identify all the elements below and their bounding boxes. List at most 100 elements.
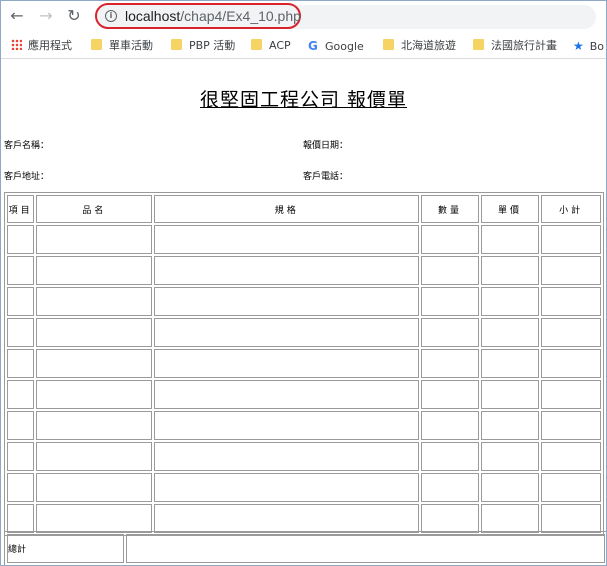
cell-spec[interactable] bbox=[154, 442, 420, 471]
cell-name[interactable] bbox=[36, 380, 153, 409]
cell-name[interactable] bbox=[36, 287, 153, 316]
cell-subtotal[interactable] bbox=[541, 287, 601, 316]
cell-unit-price[interactable] bbox=[480, 380, 540, 409]
total-table: 總計 bbox=[4, 531, 606, 565]
cell-item[interactable] bbox=[7, 318, 35, 347]
url-host: localhost bbox=[125, 8, 181, 24]
bookmark-apps[interactable]: 應用程式 bbox=[11, 38, 72, 54]
star-icon: ★ bbox=[573, 39, 584, 53]
bookmark-folder[interactable]: PBP 活動 bbox=[171, 38, 235, 54]
cell-subtotal[interactable] bbox=[541, 256, 601, 285]
cell-quantity[interactable] bbox=[421, 287, 479, 316]
cell-item[interactable] bbox=[7, 287, 35, 316]
back-arrow-icon[interactable]: ← bbox=[6, 5, 28, 27]
cell-subtotal[interactable] bbox=[541, 504, 601, 533]
cell-name[interactable] bbox=[36, 256, 153, 285]
cell-subtotal[interactable] bbox=[541, 349, 601, 378]
cell-subtotal[interactable] bbox=[541, 473, 601, 502]
column-header-spec: 規格 bbox=[154, 195, 420, 223]
bookmark-label: Google bbox=[325, 40, 364, 53]
cell-name[interactable] bbox=[36, 318, 153, 347]
cell-name[interactable] bbox=[36, 504, 153, 533]
cell-quantity[interactable] bbox=[421, 256, 479, 285]
cell-item[interactable] bbox=[7, 504, 35, 533]
folder-icon bbox=[473, 39, 484, 50]
cell-quantity[interactable] bbox=[421, 411, 479, 440]
cell-subtotal[interactable] bbox=[541, 442, 601, 471]
url-text[interactable]: localhost/chap4/Ex4_10.php bbox=[125, 8, 301, 24]
total-value-cell[interactable] bbox=[126, 534, 605, 563]
cell-subtotal[interactable] bbox=[541, 225, 601, 254]
forward-arrow-icon[interactable]: → bbox=[35, 5, 57, 27]
cell-spec[interactable] bbox=[154, 256, 420, 285]
cell-item[interactable] bbox=[7, 442, 35, 471]
folder-icon bbox=[251, 39, 262, 50]
cell-spec[interactable] bbox=[154, 504, 420, 533]
cell-spec[interactable] bbox=[154, 380, 420, 409]
site-info-icon[interactable]: i bbox=[105, 10, 117, 22]
cell-quantity[interactable] bbox=[421, 473, 479, 502]
cell-subtotal[interactable] bbox=[541, 318, 601, 347]
table-row bbox=[7, 256, 601, 285]
cell-name[interactable] bbox=[36, 411, 153, 440]
cell-item[interactable] bbox=[7, 473, 35, 502]
cell-unit-price[interactable] bbox=[480, 287, 540, 316]
cell-spec[interactable] bbox=[154, 225, 420, 254]
bookmark-folder[interactable]: ACP bbox=[251, 38, 291, 54]
cell-item[interactable] bbox=[7, 349, 35, 378]
bookmark-label: 北海道旅遊 bbox=[401, 39, 456, 52]
bookmark-label: PBP 活動 bbox=[189, 39, 236, 52]
cell-item[interactable] bbox=[7, 225, 35, 254]
cell-quantity[interactable] bbox=[421, 349, 479, 378]
cell-unit-price[interactable] bbox=[480, 349, 540, 378]
bookmarks-bar: 應用程式 單車活動 PBP 活動 ACP G Google 北海道旅遊 法國旅行計… bbox=[1, 34, 606, 59]
cell-unit-price[interactable] bbox=[480, 411, 540, 440]
cell-spec[interactable] bbox=[154, 287, 420, 316]
apps-grid-icon bbox=[11, 39, 22, 50]
cell-quantity[interactable] bbox=[421, 504, 479, 533]
cell-unit-price[interactable] bbox=[480, 473, 540, 502]
folder-icon bbox=[171, 39, 182, 50]
table-row bbox=[7, 473, 601, 502]
cell-item[interactable] bbox=[7, 411, 35, 440]
cell-unit-price[interactable] bbox=[480, 442, 540, 471]
cell-quantity[interactable] bbox=[421, 442, 479, 471]
cell-name[interactable] bbox=[36, 442, 153, 471]
reload-icon[interactable]: ↻ bbox=[63, 5, 85, 27]
cell-unit-price[interactable] bbox=[480, 318, 540, 347]
bookmark-folder[interactable]: 北海道旅遊 bbox=[383, 38, 456, 54]
table-row bbox=[7, 349, 601, 378]
cell-name[interactable] bbox=[36, 225, 153, 254]
cell-unit-price[interactable] bbox=[480, 256, 540, 285]
table-row bbox=[7, 225, 601, 254]
cell-unit-price[interactable] bbox=[480, 225, 540, 254]
cell-name[interactable] bbox=[36, 473, 153, 502]
cell-item[interactable] bbox=[7, 256, 35, 285]
cell-spec[interactable] bbox=[154, 349, 420, 378]
bookmark-folder[interactable]: 法國旅行計畫 bbox=[473, 38, 557, 54]
table-row bbox=[7, 318, 601, 347]
cell-unit-price[interactable] bbox=[480, 504, 540, 533]
cell-subtotal[interactable] bbox=[541, 380, 601, 409]
bookmark-label: 應用程式 bbox=[28, 39, 72, 52]
cell-item[interactable] bbox=[7, 380, 35, 409]
bookmark-folder[interactable]: 單車活動 bbox=[91, 38, 153, 54]
bookmark-starred[interactable]: ★ Bo bbox=[573, 38, 604, 54]
cell-spec[interactable] bbox=[154, 318, 420, 347]
cell-spec[interactable] bbox=[154, 473, 420, 502]
customer-phone-label: 客戶電話： bbox=[303, 172, 349, 182]
cell-spec[interactable] bbox=[154, 411, 420, 440]
total-label: 總計 bbox=[7, 534, 124, 563]
cell-quantity[interactable] bbox=[421, 318, 479, 347]
table-header-row: 項目 品名 規格 數量 單價 小計 bbox=[7, 195, 601, 223]
bookmark-google[interactable]: G Google bbox=[308, 38, 364, 54]
column-header-quantity: 數量 bbox=[421, 195, 479, 223]
table-row bbox=[7, 411, 601, 440]
cell-quantity[interactable] bbox=[421, 225, 479, 254]
cell-name[interactable] bbox=[36, 349, 153, 378]
quote-table: 項目 品名 規格 數量 單價 小計 bbox=[4, 192, 604, 536]
browser-toolbar: ← → ↻ i localhost/chap4/Ex4_10.php bbox=[1, 1, 606, 33]
cell-quantity[interactable] bbox=[421, 380, 479, 409]
cell-subtotal[interactable] bbox=[541, 411, 601, 440]
url-path: /chap4/Ex4_10.php bbox=[180, 8, 301, 24]
